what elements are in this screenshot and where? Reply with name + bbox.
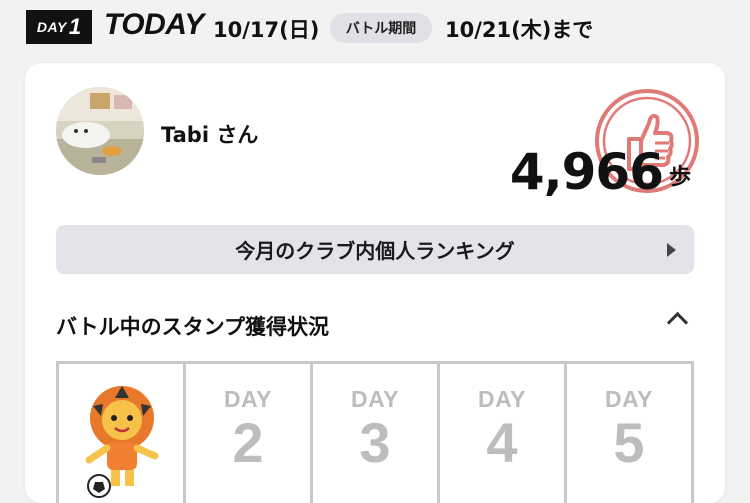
club-ranking-button[interactable]: 今月のクラブ内個人ランキング [56,225,694,274]
day-badge-number: 1 [68,14,82,39]
day-badge: DAY 1 [26,10,92,44]
stamp-day-label: DAY [351,386,399,412]
stamp-cell-day-1 [59,364,186,503]
avatar-image [56,87,144,175]
step-count-unit: 歩 [668,165,691,190]
stamp-day-label: DAY [224,386,272,412]
stamp-day-number: 5 [613,411,645,474]
stamp-day-number: 3 [359,411,391,474]
user-name: Tabi さん [161,123,259,147]
stamp-day-label: DAY [605,386,653,412]
battle-start-date: 10/17(日) [213,18,320,42]
stamp-day-number: 2 [232,411,264,474]
stamp-grid: DAY 2 DAY 3 DAY 4 DAY 5 [56,361,694,503]
step-count: 4,966 歩 [510,147,691,197]
club-ranking-label: 今月のクラブ内個人ランキング [235,239,515,263]
stamp-day-label: DAY [478,386,526,412]
avatar[interactable] [56,87,144,175]
stamp-cell-day-5: DAY 5 [567,364,691,503]
stamp-day-number: 4 [486,411,518,474]
stamp-cell-day-4: DAY 4 [440,364,567,503]
chevron-right-icon [667,243,676,257]
battle-period-pill: バトル期間 [330,13,432,43]
stamp-cell-day-2: DAY 2 [186,364,313,503]
stamp-section-title: バトル中のスタンプ獲得状況 [56,315,329,339]
battle-header: DAY 1 TODAY 10/17(日) バトル期間 10/21(木)まで [0,0,750,58]
stamp-cell-day-3: DAY 3 [313,364,440,503]
step-count-value: 4,966 [509,143,664,201]
today-label: TODAY [104,8,204,41]
battle-card: Tabi さん 4,966 歩 今月のクラブ内個人ランキング バトル中のスタンプ… [25,63,725,503]
lion-mascot-stamp-icon [85,386,159,498]
day-badge-word: DAY [36,19,67,35]
chevron-up-icon[interactable] [666,311,689,334]
battle-end-date: 10/21(木)まで [445,18,594,42]
